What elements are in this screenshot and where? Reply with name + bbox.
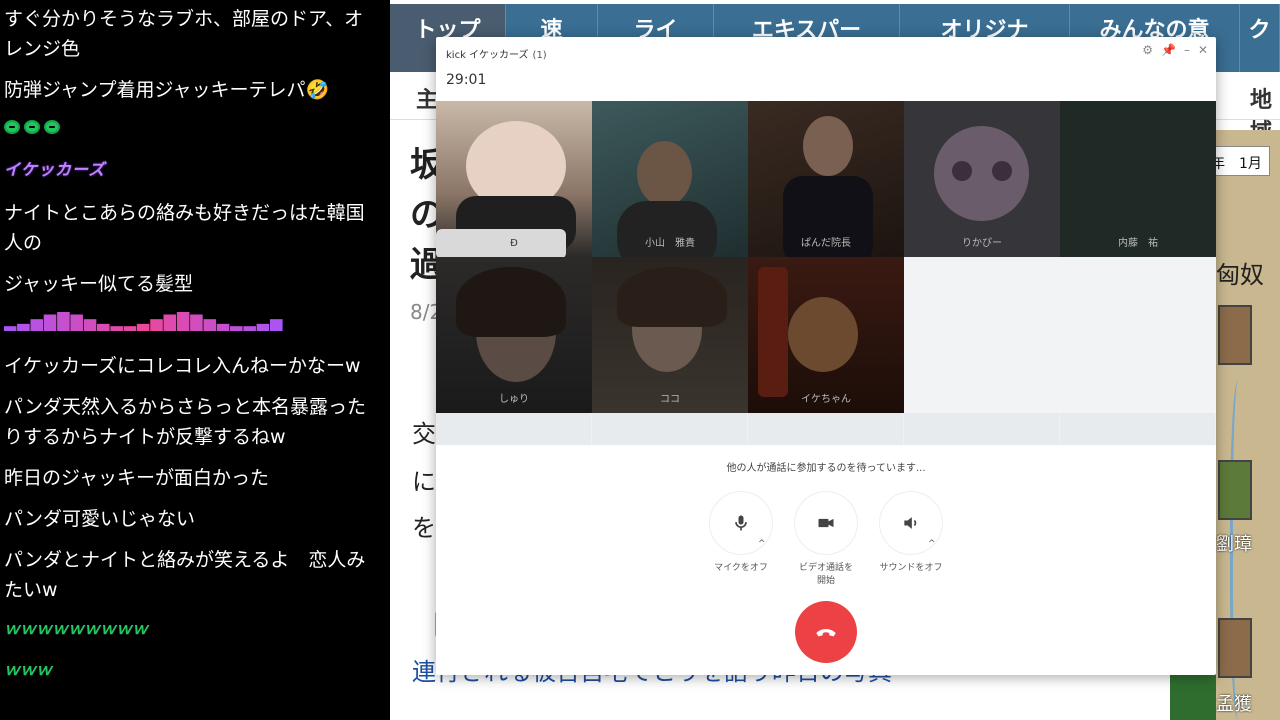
chat-message: すぐ分かりそうなラブホ、部屋のドア、オレンジ色 (4, 8, 364, 60)
article-body-line: に (412, 468, 436, 496)
participant-tile[interactable]: 内藤 祐 (1060, 101, 1216, 257)
hang-up-button[interactable] (795, 601, 857, 663)
participant-tile[interactable]: Ð (436, 101, 592, 257)
hang-up-phone-icon (816, 629, 836, 637)
chat-emote-row: ｗｗｗｗｗｗｗｗｗ (4, 616, 390, 638)
speaker-icon (904, 517, 917, 529)
participant-grid-overflow (436, 413, 1216, 445)
chat-message: 防弾ジャンプ着用ジャッキーテレパ🤣 (4, 79, 330, 101)
chat-message: イケッカーズにコレコレ入んねーかなーw (4, 355, 361, 377)
video-camera-icon (818, 518, 834, 528)
participant-tile[interactable]: 小山 雅貴 (592, 101, 748, 257)
green-face-emote-icon (24, 120, 40, 134)
participant-name: りかぴー (962, 238, 1002, 249)
chat-message: 昨日のジャッキーが面白かった (4, 467, 270, 489)
chat-message: ナイトとこあらの絡みも好きだっはた韓国人の (4, 202, 365, 254)
grass-emote: ｗｗｗ (4, 660, 53, 679)
participant-count: (1) (532, 50, 547, 61)
participant-tile[interactable]: りかぴー (904, 101, 1060, 257)
participant-tile[interactable]: ココ (592, 257, 748, 413)
microphone-icon (735, 515, 747, 531)
participant-name: ココ (660, 394, 680, 405)
chat-message: パンダとナイトと絡みが笑えるよ 恋人みたいw (4, 549, 366, 601)
article-body-line: を (412, 514, 436, 542)
chat-emote-row (4, 116, 390, 138)
participant-name: しゅり (499, 394, 529, 405)
chat-emote-row: ▂▃▅▇█▇▅▃▂▂▃▅▇█▇▅▃▂▂▃▅ (4, 310, 390, 332)
start-video-label: ビデオ通話を 開始 (781, 562, 871, 588)
voice-call-window: kick イケッカーズ (1) ⚙ 📌 – ✕ 29:01 Ð 小山 雅貴 ぱん… (436, 37, 1216, 675)
general-portrait[interactable] (1218, 618, 1252, 678)
stream-chat: すぐ分かりそうなラブホ、部屋のドア、オレンジ色 防弾ジャンプ着用ジャッキーテレパ… (0, 0, 390, 720)
green-face-emote-icon (4, 120, 20, 134)
participant-name: 内藤 祐 (1118, 238, 1158, 249)
settings-icon[interactable]: ⚙ (1142, 43, 1153, 57)
chevron-up-icon[interactable]: ^ (928, 539, 936, 549)
participant-name: Ð (510, 238, 518, 249)
ikekkers-emote: イケッカーズ (4, 160, 106, 179)
mute-sound-label: サウンドをオフ (879, 563, 943, 573)
close-icon[interactable]: ✕ (1198, 43, 1208, 57)
participant-tile[interactable]: しゅり (436, 257, 592, 413)
channel-name: kick イケッカーズ (446, 50, 529, 61)
green-face-emote-icon (44, 120, 60, 134)
chat-emote-row: イケッカーズ (4, 157, 390, 179)
start-video-label-line: 開始 (816, 576, 835, 586)
chat-message: ジャッキー似てる髪型 (4, 273, 194, 295)
participant-name: ぱんだ院長 (801, 238, 851, 249)
start-video-label-line: ビデオ通話を (798, 563, 853, 573)
map-region-label: 匈奴 (1216, 261, 1264, 289)
grass-emote: ｗｗｗｗｗｗｗｗｗ (4, 619, 149, 638)
map-general-label: 劉璋 (1216, 534, 1252, 555)
participant-name: イケちゃん (801, 394, 851, 405)
waiting-message: 他の人が通話に参加するのを待っています... (726, 463, 926, 474)
window-title: kick イケッカーズ (1) (446, 46, 547, 61)
call-timer: 29:01 (446, 72, 487, 88)
start-video-button[interactable] (795, 492, 857, 554)
participant-grid: Ð 小山 雅貴 ぱんだ院長 りかぴー 内藤 祐 しゅり ココ イケちゃん (436, 101, 1216, 413)
chat-message: パンダ天然入るからさらっと本名暴露ったりするからナイトが反撃するねw (4, 396, 366, 448)
general-portrait[interactable] (1218, 460, 1252, 520)
mute-mic-label: マイクをオフ (714, 563, 768, 573)
article-body-line: 交 (412, 420, 436, 448)
general-portrait[interactable] (1218, 305, 1252, 365)
dancing-emote-icon: ▂▃▅▇█▇▅▃▂▂▃▅▇█▇▅▃▂▂▃▅ (4, 311, 284, 331)
chevron-up-icon[interactable]: ^ (758, 539, 766, 549)
participant-tile[interactable]: ぱんだ院長 (748, 101, 904, 257)
participant-tile[interactable]: イケちゃん (748, 257, 904, 413)
participant-name: 小山 雅貴 (645, 238, 695, 249)
window-controls: ⚙ 📌 – ✕ (1142, 43, 1208, 57)
pin-icon[interactable]: 📌 (1161, 43, 1176, 57)
chat-emote-row: ｗｗｗ (4, 657, 390, 679)
chat-message: パンダ可愛いじゃない (4, 508, 195, 530)
screen: すぐ分かりそうなラブホ、部屋のドア、オレンジ色 防弾ジャンプ着用ジャッキーテレパ… (0, 0, 1280, 720)
nav-more[interactable]: ク (1240, 4, 1280, 72)
map-general-label: 孟獲 (1216, 694, 1252, 715)
subnav-main[interactable]: 主 (416, 82, 438, 114)
minimize-icon[interactable]: – (1184, 43, 1190, 57)
